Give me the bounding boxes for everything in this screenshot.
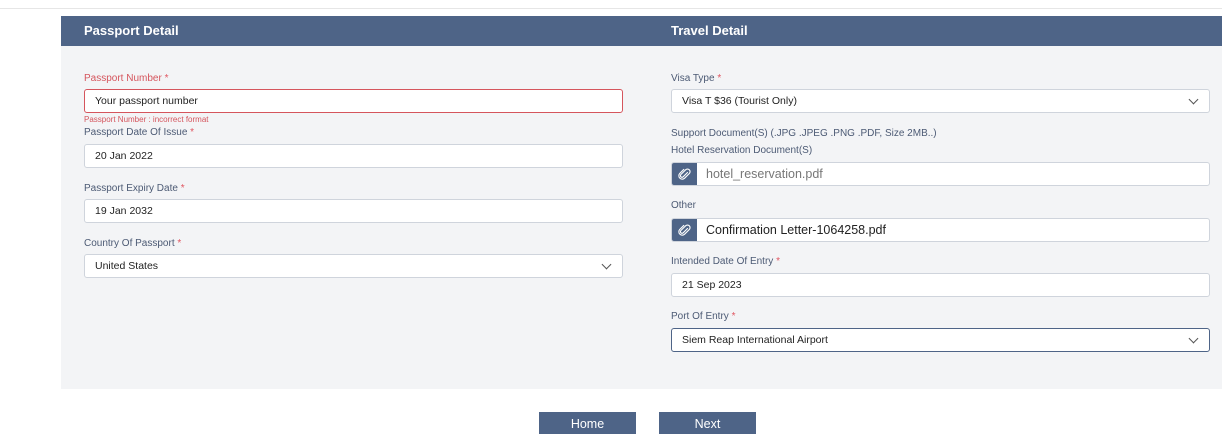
passport-issue-date-input[interactable]: 20 Jan 2022 — [84, 144, 623, 168]
passport-expiry-date-input[interactable]: 19 Jan 2032 — [84, 199, 623, 223]
other-document-file-input[interactable]: Confirmation Letter-1064258.pdf — [671, 218, 1210, 242]
chevron-down-icon — [1188, 333, 1199, 344]
passport-number-input[interactable]: Your passport number — [84, 89, 623, 113]
required-mark: * — [190, 127, 195, 138]
top-divider — [0, 8, 1222, 9]
attach-button[interactable] — [672, 163, 697, 185]
passport-expiry-label: Passport Expiry Date * — [84, 183, 185, 194]
visa-type-label: Visa Type * — [671, 73, 721, 84]
port-of-entry-label: Port Of Entry * — [671, 311, 735, 322]
form-panel: Passport Detail Travel Detail Passport N… — [61, 16, 1222, 389]
passport-detail-title: Passport Detail — [84, 23, 179, 38]
passport-issue-label-text: Passport Date Of Issue — [84, 127, 188, 138]
support-documents-label: Support Document(S) (.JPG .JPEG .PNG .PD… — [671, 128, 937, 139]
intended-entry-date-input[interactable]: 21 Sep 2023 — [671, 273, 1210, 297]
port-of-entry-value: Siem Reap International Airport — [682, 334, 828, 346]
home-button[interactable]: Home — [539, 412, 636, 434]
passport-expiry-label-text: Passport Expiry Date — [84, 183, 178, 194]
attach-button[interactable] — [672, 219, 697, 241]
required-mark: * — [776, 256, 780, 267]
other-document-label: Other — [671, 200, 697, 211]
port-of-entry-label-text: Port Of Entry — [671, 311, 729, 322]
country-of-passport-label-text: Country Of Passport — [84, 238, 175, 249]
country-of-passport-label: Country Of Passport * — [84, 238, 181, 249]
passport-number-label-text: Passport Number — [84, 73, 162, 84]
paperclip-icon — [678, 224, 691, 236]
intended-entry-date-label: Intended Date Of Entry * — [671, 256, 780, 267]
visa-type-value: Visa T $36 (Tourist Only) — [682, 95, 797, 107]
hotel-reservation-file-input[interactable]: hotel_reservation.pdf — [671, 162, 1210, 186]
country-of-passport-select[interactable]: United States — [84, 254, 623, 278]
required-mark: * — [177, 238, 182, 249]
visa-type-select[interactable]: Visa T $36 (Tourist Only) — [671, 89, 1210, 113]
chevron-down-icon — [601, 259, 612, 270]
chevron-down-icon — [1188, 94, 1199, 105]
panel-header: Passport Detail Travel Detail — [61, 16, 1222, 46]
required-mark: * — [180, 183, 185, 194]
required-mark: * — [717, 73, 722, 84]
passport-issue-label: Passport Date Of Issue * — [84, 127, 194, 138]
travel-detail-title: Travel Detail — [671, 23, 748, 38]
hotel-reservation-label: Hotel Reservation Document(S) — [671, 145, 813, 156]
other-document-file-name: Confirmation Letter-1064258.pdf — [706, 223, 886, 237]
hotel-reservation-file-name: hotel_reservation.pdf — [706, 167, 823, 181]
paperclip-icon — [678, 168, 691, 180]
required-mark: * — [164, 73, 169, 84]
port-of-entry-select[interactable]: Siem Reap International Airport — [671, 328, 1210, 352]
required-mark: * — [731, 311, 736, 322]
passport-number-label: Passport Number * — [84, 73, 169, 84]
passport-number-error: Passport Number : incorrect format — [84, 115, 209, 124]
visa-type-label-text: Visa Type — [671, 73, 715, 84]
intended-entry-date-label-text: Intended Date Of Entry — [671, 256, 774, 267]
next-button[interactable]: Next — [659, 412, 756, 434]
country-of-passport-value: United States — [95, 260, 159, 272]
